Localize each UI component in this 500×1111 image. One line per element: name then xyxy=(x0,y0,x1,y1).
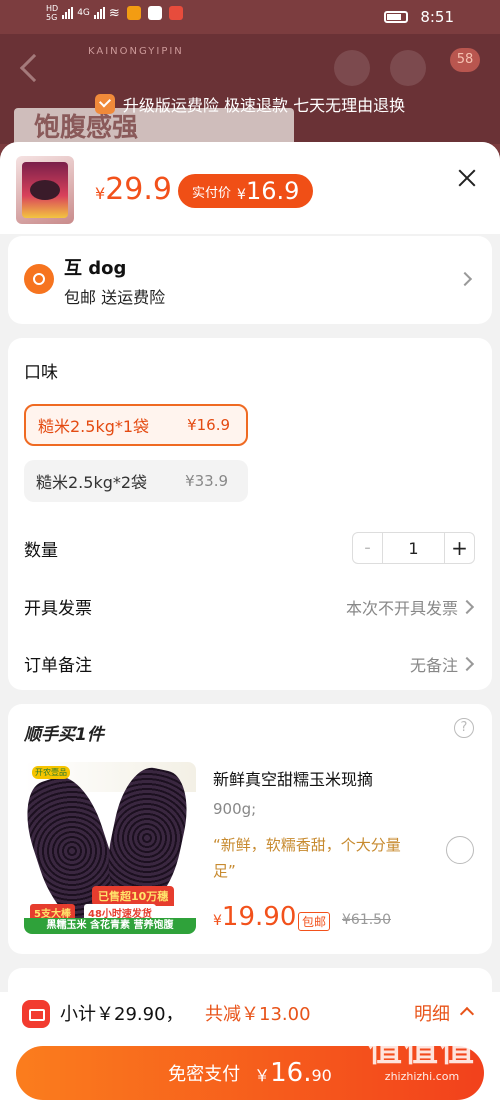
invoice-value[interactable]: 本次不开具发票 xyxy=(346,595,458,619)
upsell-title: 顺手买1件 xyxy=(24,725,104,745)
chevron-up-icon[interactable] xyxy=(459,1006,475,1022)
upsell-product-name[interactable]: 新鲜真空甜糯玉米现摘 xyxy=(213,766,373,790)
upsell-card: 顺手买1件 ? 开农壹品 已售超10万穗 5支大棒 48小时速发货 黑糯玉米 含… xyxy=(8,704,492,954)
address-card[interactable]: 互 dog 包邮 送运费险 xyxy=(8,236,492,324)
upsell-original-price: ¥61.50 xyxy=(342,912,391,928)
quantity-stepper: - 1 + xyxy=(352,532,475,564)
sheet-header: ¥29.9 实付价 ¥16.9 xyxy=(0,142,500,234)
actual-price-label: 实付价 xyxy=(192,185,232,201)
product-thumbnail xyxy=(16,156,74,224)
cart-icon[interactable] xyxy=(390,50,426,86)
signal-icon xyxy=(62,7,74,19)
network-4g: 4G xyxy=(77,8,90,18)
shield-check-icon xyxy=(94,94,115,114)
address-name: 互 dog xyxy=(64,258,127,279)
sold-tag: 已售超10万穗 xyxy=(92,886,175,906)
upsell-product-weight: 900g; xyxy=(213,800,257,818)
invoice-label: 开具发票 xyxy=(24,599,92,619)
product-price: ¥29.9 xyxy=(95,172,172,207)
address-shipping-info: 包邮 送运费险 xyxy=(64,288,166,307)
chevron-right-icon xyxy=(457,271,473,287)
actual-price-pill: 实付价 ¥16.9 xyxy=(178,174,314,208)
help-icon[interactable]: ? xyxy=(454,718,474,738)
actual-price-value: ¥16.9 xyxy=(237,177,300,205)
order-note-label: 订单备注 xyxy=(24,656,92,676)
location-pin-icon xyxy=(24,264,54,294)
quantity-value[interactable]: 1 xyxy=(383,539,444,558)
spec-option-name: 糙米2.5kg*2袋 xyxy=(36,473,148,492)
spec-option-2[interactable]: 糙米2.5kg*2袋 ¥33.9 xyxy=(24,460,248,502)
share-icon[interactable] xyxy=(334,50,370,86)
chevron-right-icon xyxy=(459,599,475,615)
upsell-product-description: “新鲜，软糯香甜，个大分量足” xyxy=(213,836,401,880)
mail-notification-icon xyxy=(147,6,162,20)
spec-option-1[interactable]: 糙米2.5kg*1袋 ¥16.9 xyxy=(24,404,248,446)
close-icon[interactable] xyxy=(455,166,479,190)
red-app-notification-icon xyxy=(168,6,183,20)
subtotal: 小计￥29.90， xyxy=(60,1004,184,1025)
detail-button[interactable]: 明细 xyxy=(414,1000,450,1026)
checkout-sheet: ¥29.9 实付价 ¥16.9 互 dog 包邮 送运费险 口味 糙米2.5kg… xyxy=(0,142,500,1111)
spec-title: 口味 xyxy=(24,363,58,383)
spec-option-name: 糙米2.5kg*1袋 xyxy=(38,417,150,436)
promo-bar: 升级版运费险 极速退款 七天无理由退换 xyxy=(0,88,500,120)
quantity-plus-button[interactable]: + xyxy=(444,533,474,563)
status-left: HD 5G 4G ≋ xyxy=(46,4,183,22)
order-note-value[interactable]: 无备注 xyxy=(410,652,458,676)
signal-icon-2 xyxy=(93,7,105,19)
status-bar: HD 5G 4G ≋ 8:51 xyxy=(0,0,500,34)
battery-icon xyxy=(384,11,409,23)
coupon-icon xyxy=(22,1000,50,1028)
discount-total: 共减￥13.00 xyxy=(205,1004,311,1025)
upsell-price: ¥19.90 xyxy=(213,902,297,932)
background-brand: KAINONGYIPIN xyxy=(88,46,184,57)
status-right: 8:51 xyxy=(384,8,454,26)
promo-text: 升级版运费险 极速退款 七天无理由退换 xyxy=(122,96,406,115)
spec-card: 口味 糙米2.5kg*1袋 ¥16.9 糙米2.5kg*2袋 ¥33.9 数量 … xyxy=(8,338,492,690)
pay-amount: ￥16.90 xyxy=(254,1058,332,1088)
network-indicator: HD 5G xyxy=(46,4,59,22)
wifi-icon: ≋ xyxy=(108,5,120,21)
chevron-right-icon xyxy=(459,656,475,672)
app-notification-icon xyxy=(126,6,141,20)
feature-banner: 黑糯玉米 含花青素 营养饱腹 xyxy=(24,918,196,934)
free-shipping-badge: 包邮 xyxy=(298,912,331,931)
spec-option-price: ¥16.9 xyxy=(187,416,231,434)
upsell-select-radio[interactable] xyxy=(446,836,474,864)
watermark: 值值值 zhizhizhi.com xyxy=(368,1030,476,1083)
upsell-product-image[interactable]: 开农壹品 已售超10万穗 5支大棒 48小时速发货 黑糯玉米 含花青素 营养饱腹 xyxy=(24,762,196,934)
pay-label: 免密支付 xyxy=(168,1064,241,1085)
quantity-minus-button[interactable]: - xyxy=(353,533,383,563)
quantity-label: 数量 xyxy=(24,541,58,561)
spec-option-price: ¥33.9 xyxy=(185,472,229,490)
brand-logo: 开农壹品 xyxy=(32,766,70,779)
cart-badge: 58 xyxy=(450,48,480,72)
clock: 8:51 xyxy=(420,8,454,26)
